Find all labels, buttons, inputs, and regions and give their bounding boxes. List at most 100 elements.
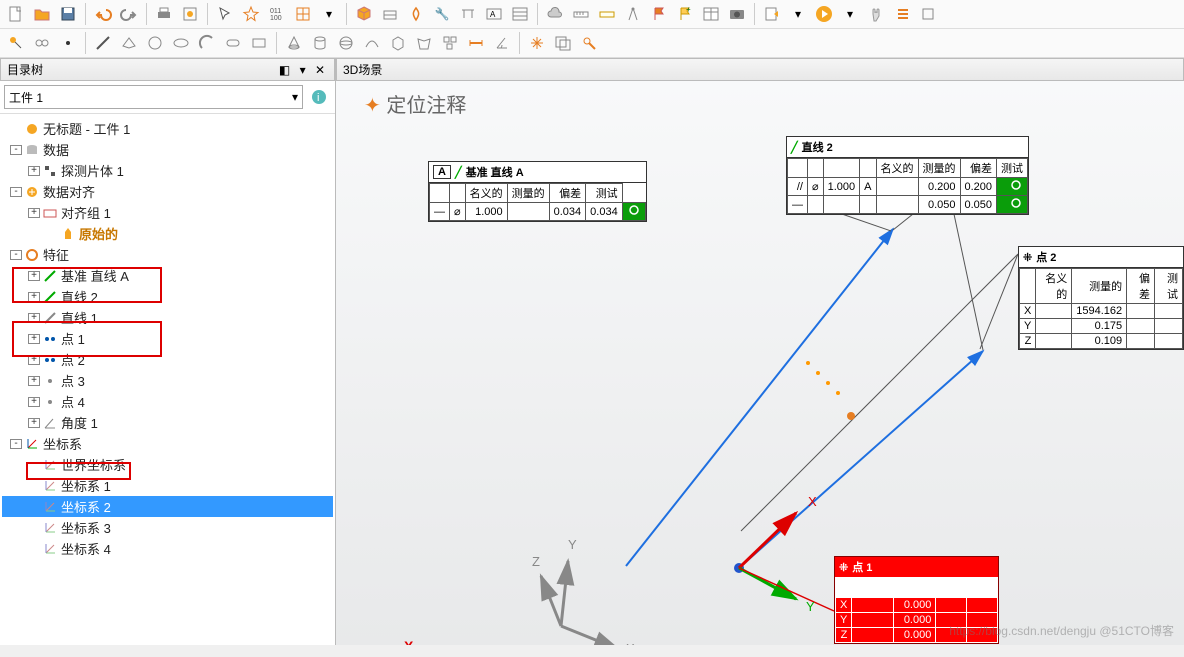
callout-line-2[interactable]: ╱ 直线 2 名义的测量的偏差测试//⌀1.000A0.2000.200—0.0… [786,136,1029,215]
new-file-icon[interactable] [4,2,28,26]
workpiece-combo[interactable]: 工件 1 ▾ [4,85,303,109]
csys-gray [42,520,58,536]
tree-item[interactable]: -数据 [2,139,333,160]
tree-item[interactable]: 世界坐标系 [2,454,333,475]
sidebar-header: 目录树 ◧ ▾ ✕ [0,58,335,81]
tree-item[interactable]: 坐标系 4 [2,538,333,559]
viewport-3d[interactable]: ✦ 定位注释 [336,81,1184,645]
undo-icon[interactable] [91,2,115,26]
dock-icon[interactable]: ◧ [276,63,293,77]
flag-icon[interactable] [647,2,671,26]
flag-plus-icon[interactable]: + [673,2,697,26]
tree-item[interactable]: +点 1 [2,328,333,349]
tree-item[interactable]: 坐标系 2 [2,496,333,517]
tool-icon[interactable] [577,31,601,55]
grid-icon[interactable] [291,2,315,26]
tree-item[interactable]: +角度 1 [2,412,333,433]
width-icon[interactable] [464,31,488,55]
layers2-icon[interactable] [551,31,575,55]
hand-icon[interactable] [864,2,888,26]
callout-point-2[interactable]: ⁜ 点 2 名义的测量的偏差测试X1594.162Y0.175Z0.109 [1018,246,1184,350]
db-gray [24,142,40,158]
camera-icon[interactable] [725,2,749,26]
watermark: https://blog.csdn.net/dengju @51CTO博客 [949,622,1174,639]
patch-icon[interactable] [360,31,384,55]
tree-item[interactable]: +点 4 [2,391,333,412]
more-icon[interactable] [916,2,940,26]
group-icon[interactable] [438,31,462,55]
svg-text:X: X [808,494,817,509]
tree-item[interactable]: -数据对齐 [2,181,333,202]
list-icon[interactable] [890,2,914,26]
caliper-icon[interactable] [456,2,480,26]
tree-item[interactable]: 原始的 [2,223,333,244]
cone-icon[interactable] [282,31,306,55]
settings-icon[interactable] [178,2,202,26]
sphere-icon[interactable] [334,31,358,55]
ruler2-icon[interactable] [595,2,619,26]
chevron-down-icon[interactable]: ▾ [786,2,810,26]
text-box-icon[interactable]: A [482,2,506,26]
arc-icon[interactable] [195,31,219,55]
tree-item[interactable]: 无标题 - 工件 1 [2,118,333,139]
surface-icon[interactable] [378,2,402,26]
dot-icon[interactable] [56,31,80,55]
tree-item[interactable]: -特征 [2,244,333,265]
svg-text:100: 100 [270,15,282,22]
pick-icon[interactable] [4,31,28,55]
cube-icon[interactable] [352,2,376,26]
play-icon[interactable] [812,2,836,26]
tree-item[interactable]: +基准 直线 A [2,265,333,286]
chevron-down-icon[interactable]: ▾ [838,2,862,26]
slot-icon[interactable] [221,31,245,55]
cloud-icon[interactable] [543,2,567,26]
wrench-icon[interactable]: 🔧 [430,2,454,26]
ruler-icon[interactable] [569,2,593,26]
feature-tree[interactable]: 无标题 - 工件 1-数据+探测片体 1-数据对齐+对齐组 1原始的-特征+基准… [0,114,335,645]
binary-icon[interactable]: 011100 [265,2,289,26]
box-icon[interactable] [386,31,410,55]
circle-icon[interactable] [143,31,167,55]
circles-icon[interactable] [30,31,54,55]
compass-icon[interactable] [621,2,645,26]
tree-item[interactable]: -坐标系 [2,433,333,454]
tree-item[interactable]: +点 3 [2,370,333,391]
line-icon[interactable] [91,31,115,55]
poly-icon[interactable] [412,31,436,55]
callout-line-a[interactable]: A ╱ 基准 直线 A 名义的测量的偏差测试—⌀1.0000.0340.034 [428,161,647,222]
cursor-icon[interactable] [213,2,237,26]
save-icon[interactable] [56,2,80,26]
print-icon[interactable] [152,2,176,26]
tree-item[interactable]: 坐标系 1 [2,475,333,496]
tree-item[interactable]: 坐标系 3 [2,517,333,538]
tree-item[interactable]: +点 2 [2,349,333,370]
minimize-icon[interactable]: ▾ [297,63,309,77]
redo-icon[interactable] [117,2,141,26]
sparkle-icon[interactable] [525,31,549,55]
part-orange [24,121,40,137]
info-icon[interactable]: i [307,85,331,109]
tree-item[interactable]: +直线 2 [2,286,333,307]
star-icon[interactable] [239,2,263,26]
rect-icon[interactable] [247,31,271,55]
ellipse-icon[interactable] [169,31,193,55]
export-icon[interactable] [760,2,784,26]
probe-icon [42,163,58,179]
table-cells-icon[interactable] [508,2,532,26]
close-icon[interactable]: ✕ [312,63,328,77]
orig-orange [60,226,76,242]
cylinder-icon[interactable] [308,31,332,55]
line-icon: ╱ [791,141,798,154]
table-icon[interactable] [699,2,723,26]
pt-icon [42,331,58,347]
chevron-down-icon[interactable]: ▾ [317,2,341,26]
open-file-icon[interactable] [30,2,54,26]
tree-item[interactable]: +直线 1 [2,307,333,328]
tree-item[interactable]: +对齐组 1 [2,202,333,223]
line-icon: ╱ [455,166,462,179]
tree-item[interactable]: +探测片体 1 [2,160,333,181]
angle-icon[interactable] [490,31,514,55]
plane-icon[interactable] [117,31,141,55]
flame-icon[interactable] [404,2,428,26]
svg-text:Y: Y [568,537,577,552]
